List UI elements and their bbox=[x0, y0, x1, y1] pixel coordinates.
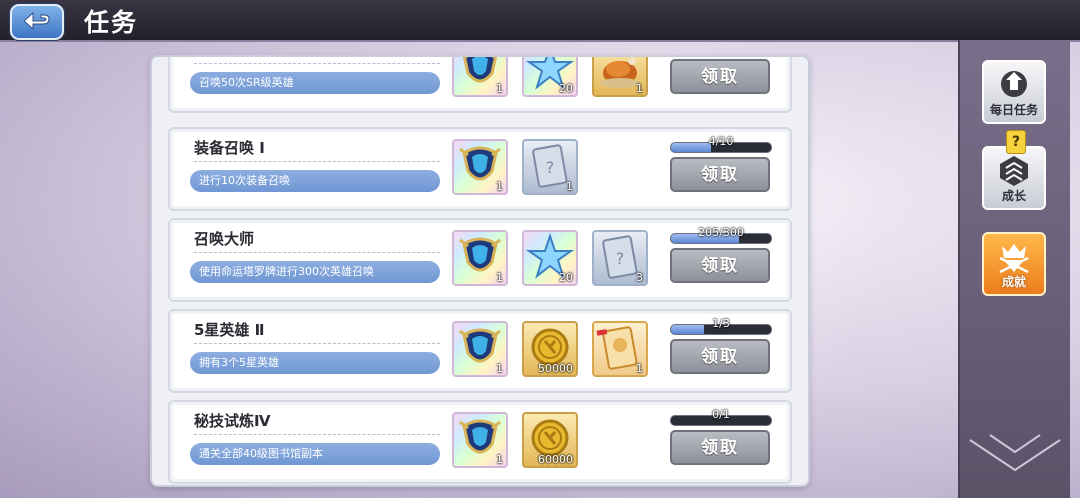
claim-button[interactable]: 领取 bbox=[670, 430, 770, 465]
task-description: 拥有3个5星英雄 bbox=[190, 352, 440, 374]
divider bbox=[194, 343, 440, 344]
reward-item[interactable]: 20 bbox=[522, 57, 578, 97]
task-row: 秘技试炼Ⅳ 通关全部40级图书馆副本 1 60000 0/1 领取 bbox=[168, 400, 792, 484]
reward-item[interactable]: 1 bbox=[452, 230, 508, 286]
reward-count: 1 bbox=[496, 180, 503, 193]
task-row: 召唤50次SR级英雄 1 20 1 领取 bbox=[168, 57, 792, 113]
task-name: 装备召唤 Ⅰ bbox=[194, 139, 265, 157]
svg-text:?: ? bbox=[546, 158, 555, 177]
reward-item[interactable]: 1 bbox=[452, 57, 508, 97]
side-tab-label: 成长 bbox=[1001, 189, 1026, 203]
reward-item[interactable]: 1 bbox=[592, 321, 648, 377]
reward-count: 1 bbox=[496, 362, 503, 375]
reward-count: 50000 bbox=[538, 362, 573, 375]
side-tab-label: 成就 bbox=[1001, 275, 1026, 289]
progress-text: 1/3 bbox=[712, 317, 730, 330]
daily-task-icon bbox=[1001, 71, 1027, 97]
reward-item[interactable]: 60000 bbox=[522, 412, 578, 468]
growth-icon bbox=[1000, 156, 1028, 186]
task-name: 秘技试炼Ⅳ bbox=[194, 412, 271, 430]
side-tab-label: 每日任务 bbox=[989, 103, 1038, 117]
task-description: 召唤50次SR级英雄 bbox=[190, 72, 440, 94]
reward-count: 1 bbox=[566, 180, 573, 193]
progress-text: 4/10 bbox=[708, 135, 734, 148]
task-description: 进行10次装备召唤 bbox=[190, 170, 440, 192]
claim-button[interactable]: 领取 bbox=[670, 248, 770, 283]
reward-item[interactable]: 1 bbox=[452, 321, 508, 377]
reward-count: 60000 bbox=[538, 453, 573, 466]
page-title: 任务 bbox=[84, 8, 139, 37]
reward-item[interactable]: ? 3 bbox=[592, 230, 648, 286]
top-bar: 任务 bbox=[0, 0, 1080, 42]
achievement-icon bbox=[999, 244, 1029, 274]
task-row: 装备召唤 Ⅰ 进行10次装备召唤 1? 1 4/10 领取 bbox=[168, 127, 792, 211]
reward-item[interactable]: 20 bbox=[522, 230, 578, 286]
task-description: 通关全部40级图书馆副本 bbox=[190, 443, 440, 465]
progress-text: 205/300 bbox=[698, 226, 744, 239]
side-tab-daily[interactable]: 每日任务 bbox=[982, 60, 1046, 124]
claim-button[interactable]: 领取 bbox=[670, 339, 770, 374]
svg-text:?: ? bbox=[616, 249, 625, 268]
side-tab-achievement[interactable]: 成就 bbox=[982, 232, 1046, 296]
reward-item[interactable]: ? 1 bbox=[522, 139, 578, 195]
question-badge: ? bbox=[1006, 130, 1026, 154]
reward-count: 1 bbox=[636, 362, 643, 375]
reward-count: 20 bbox=[559, 271, 573, 284]
back-button[interactable] bbox=[10, 4, 64, 40]
reward-count: 1 bbox=[636, 82, 643, 95]
reward-item[interactable]: 1 bbox=[452, 139, 508, 195]
task-description: 使用命运塔罗牌进行300次英雄召唤 bbox=[190, 261, 440, 283]
reward-count: 3 bbox=[636, 271, 643, 284]
reward-count: 1 bbox=[496, 271, 503, 284]
task-row: 5星英雄 Ⅱ 拥有3个5星英雄 1 50000 1 1/3 领取 bbox=[168, 309, 792, 393]
reward-count: 20 bbox=[559, 82, 573, 95]
reward-item[interactable]: 1 bbox=[452, 412, 508, 468]
reward-item[interactable]: 1 bbox=[592, 57, 648, 97]
reward-count: 1 bbox=[496, 82, 503, 95]
side-tab-growth[interactable]: 成长 bbox=[982, 146, 1046, 210]
divider bbox=[194, 161, 440, 162]
divider bbox=[194, 252, 440, 253]
task-list-panel[interactable]: 召唤50次SR级英雄 1 20 1 领取 装备召唤 Ⅰ 进行10次装备召唤 1? 1 4/10 领取… bbox=[150, 55, 810, 487]
progress-text: 0/1 bbox=[712, 408, 730, 421]
reward-count: 1 bbox=[496, 453, 503, 466]
divider bbox=[194, 63, 440, 64]
reward-item[interactable]: 50000 bbox=[522, 321, 578, 377]
claim-button[interactable]: 领取 bbox=[670, 59, 770, 94]
divider bbox=[194, 434, 440, 435]
task-name: 召唤大师 bbox=[194, 230, 255, 248]
task-row: 召唤大师 使用命运塔罗牌进行300次英雄召唤 1 20? 3 205/300 领取 bbox=[168, 218, 792, 302]
task-name: 5星英雄 Ⅱ bbox=[194, 321, 265, 339]
claim-button[interactable]: 领取 bbox=[670, 157, 770, 192]
back-arrow-icon bbox=[23, 11, 50, 31]
